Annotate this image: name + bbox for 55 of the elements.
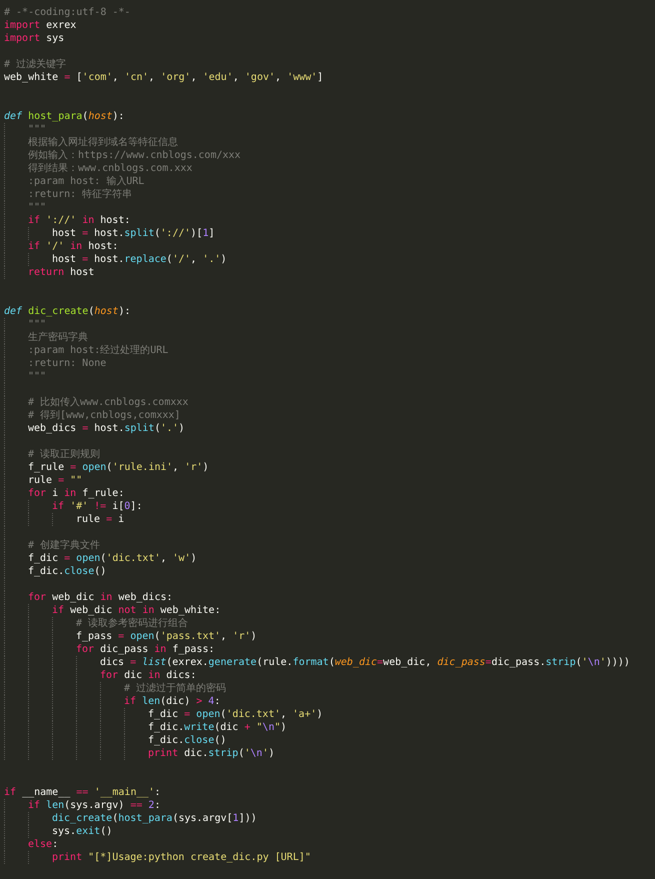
code-line: # 得到[www,cnblogs,comxxx] bbox=[28, 409, 180, 422]
code-line: # 创建字典文件 bbox=[28, 539, 100, 552]
code-line: if __name__ == '__main__': bbox=[4, 786, 161, 799]
code-line: # 过滤过于简单的密码 bbox=[124, 682, 226, 695]
code-line: def dic_create(host): bbox=[4, 305, 130, 318]
code-line: """ bbox=[28, 370, 46, 383]
code-line: # 读取参考密码进行组合 bbox=[76, 617, 188, 630]
code-line: f_dic.write(dic + "\n") bbox=[148, 721, 287, 734]
code-line: if '://' in host: bbox=[28, 214, 130, 227]
code-line: dics = list(exrex.generate(rule.format(web_dic=web_dic, dic_pass=dic_pass.strip('\n')))) bbox=[100, 656, 630, 669]
code-line: return host bbox=[28, 266, 94, 279]
code-line: f_dic.close() bbox=[148, 734, 226, 747]
code-line: """ bbox=[28, 201, 46, 214]
code-line: dic_create(host_para(sys.argv[1])) bbox=[52, 812, 257, 825]
code-line: host = host.replace('/', '.') bbox=[52, 253, 227, 266]
code-line: :param host:经过处理的URL bbox=[28, 344, 168, 357]
code-line: web_dics = host.split('.') bbox=[28, 422, 185, 435]
code-line: def host_para(host): bbox=[4, 110, 124, 123]
code-line: rule = i bbox=[76, 513, 124, 526]
code-line: if '/' in host: bbox=[28, 240, 118, 253]
code-line: f_dic.close() bbox=[28, 565, 106, 578]
code-line: for dic_pass in f_pass: bbox=[76, 643, 214, 656]
code-line: for i in f_rule: bbox=[28, 487, 124, 500]
code-line: for web_dic in web_dics: bbox=[28, 591, 173, 604]
code-line: :return: None bbox=[28, 357, 106, 370]
code-line: web_white = ['com', 'cn', 'org', 'edu', 'gov', 'www'] bbox=[4, 71, 324, 84]
code-line: if len(dic) > 4: bbox=[124, 695, 220, 708]
code-line: :param host: 输入URL bbox=[28, 175, 144, 188]
code-line: # 过滤关键字 bbox=[4, 58, 66, 71]
code-line: # 比如传入www.cnblogs.comxxx bbox=[28, 396, 188, 409]
code-line: host = host.split('://')[1] bbox=[52, 227, 215, 240]
code-line: # -*-coding:utf-8 -*- bbox=[4, 6, 130, 19]
code-line: sys.exit() bbox=[52, 825, 112, 838]
code-line: 根据输入网址得到域名等特征信息 bbox=[28, 136, 178, 149]
code-line: import exrex bbox=[4, 19, 76, 32]
code-line: # 读取正则规则 bbox=[28, 448, 100, 461]
code-line: else: bbox=[28, 838, 58, 851]
code-line: if '#' != i[0]: bbox=[52, 500, 142, 513]
code-line: """ bbox=[28, 123, 46, 136]
code-line: f_rule = open('rule.ini', 'r') bbox=[28, 461, 209, 474]
code-line: for dic in dics: bbox=[100, 669, 196, 682]
code-line: import sys bbox=[4, 32, 64, 45]
code-line: 例如输入：https://www.cnblogs.com/xxx bbox=[28, 149, 241, 162]
code-line: rule = "" bbox=[28, 474, 82, 487]
code-line: 生产密码字典 bbox=[28, 331, 88, 344]
code-line: if web_dic not in web_white: bbox=[52, 604, 221, 617]
code-line: if len(sys.argv) == 2: bbox=[28, 799, 160, 812]
code-line: f_pass = open('pass.txt', 'r') bbox=[76, 630, 257, 643]
code-line: print "[*]Usage:python create_dic.py [URL]" bbox=[52, 851, 311, 864]
code-line: 得到结果：www.cnblogs.com.xxx bbox=[28, 162, 192, 175]
code-line: f_dic = open('dic.txt', 'a+') bbox=[148, 708, 323, 721]
code-line: """ bbox=[28, 318, 46, 331]
code-line: f_dic = open('dic.txt', 'w') bbox=[28, 552, 197, 565]
code-line: print dic.strip('\n') bbox=[148, 747, 274, 760]
code-line: :return: 特征字符串 bbox=[28, 188, 132, 201]
